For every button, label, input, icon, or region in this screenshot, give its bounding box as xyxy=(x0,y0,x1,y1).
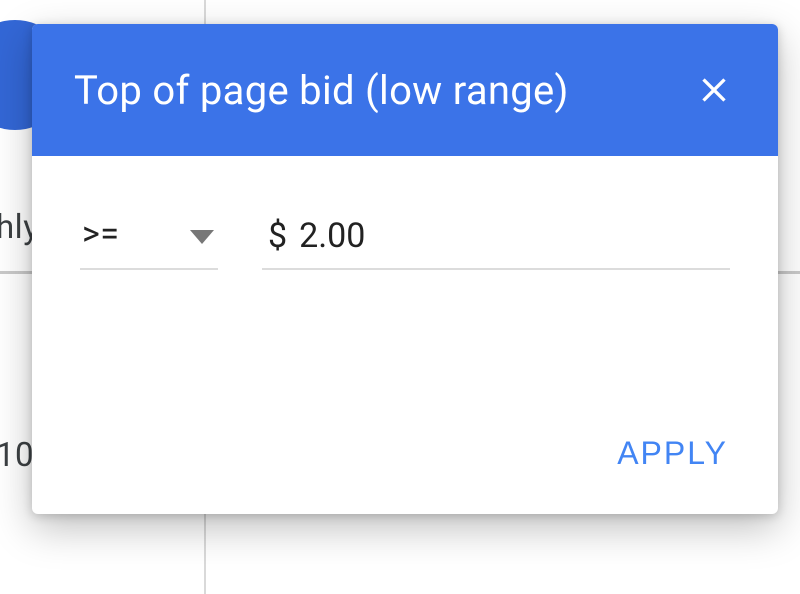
dialog-title: Top of page bid (low range) xyxy=(74,67,569,114)
close-button[interactable] xyxy=(688,64,740,116)
operator-dropdown[interactable]: >= xyxy=(80,214,218,270)
currency-symbol: $ xyxy=(268,216,287,256)
amount-input[interactable] xyxy=(299,216,726,256)
operator-selected-value: >= xyxy=(82,214,119,254)
close-icon xyxy=(694,70,734,110)
value-field[interactable]: $ xyxy=(262,216,730,270)
filter-dialog: Top of page bid (low range) >= $ APPLY xyxy=(32,24,778,514)
dialog-body: >= $ xyxy=(32,156,778,425)
dialog-header: Top of page bid (low range) xyxy=(32,24,778,156)
background-text-fragment: 10 xyxy=(0,436,34,475)
apply-button[interactable]: APPLY xyxy=(601,425,744,482)
filter-row: >= $ xyxy=(80,214,730,270)
chevron-down-icon xyxy=(190,230,214,244)
dialog-footer: APPLY xyxy=(32,425,778,514)
